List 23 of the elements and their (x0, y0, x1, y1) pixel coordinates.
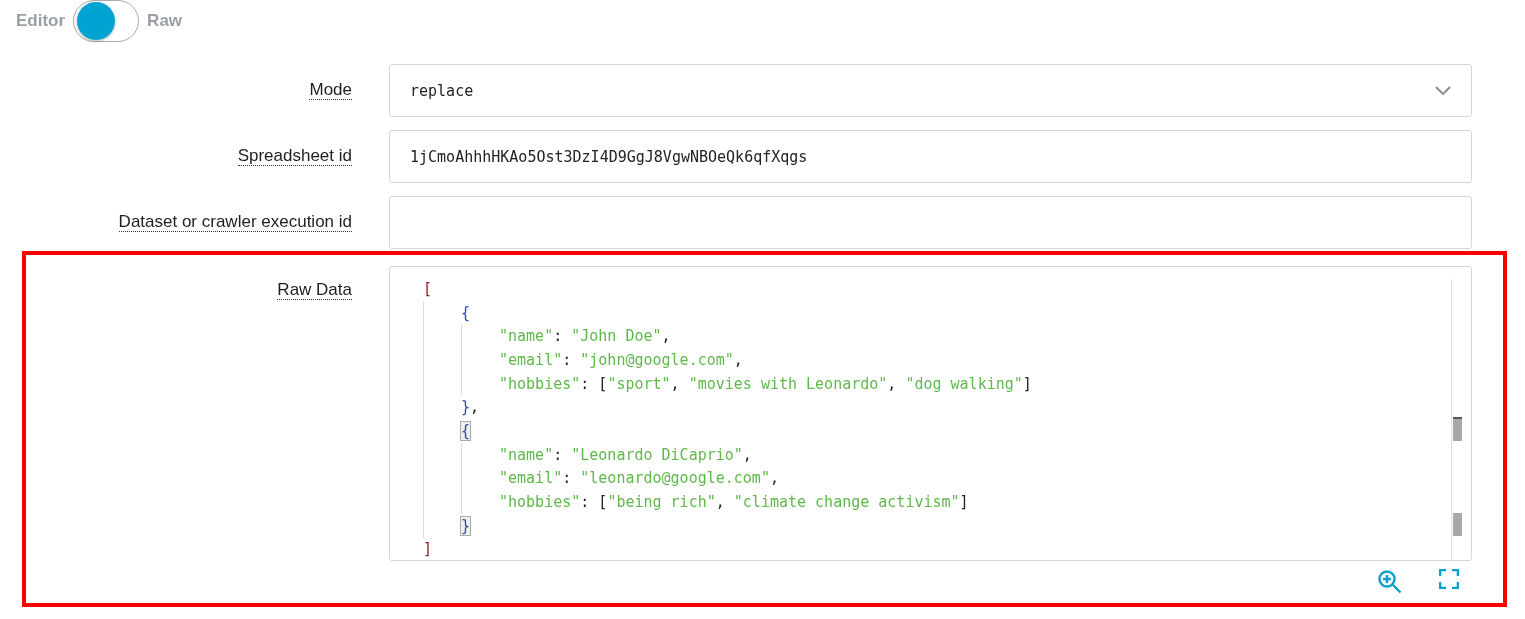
fullscreen-icon[interactable] (1439, 569, 1459, 589)
field-label: Dataset or crawler execution id (118, 212, 352, 232)
editor-label: Editor (16, 11, 66, 31)
zoom-in-icon[interactable] (1377, 569, 1403, 595)
field-label: Spreadsheet id (237, 146, 352, 166)
code-line: "email": "john@google.com", (499, 350, 743, 369)
code-line: [ (423, 279, 433, 298)
code-line: "hobbies": ["being rich", "climate change activism"] (499, 493, 969, 512)
raw-label: Raw (147, 11, 183, 31)
text-field[interactable]: 1jCmoAhhhHKAo5Ost3DzI4D9GgJ8VgwNBOeQk6qfXqgs (389, 130, 1472, 183)
code-line: "name": "John Doe", (499, 327, 671, 346)
code-line: "email": "leonardo@google.com", (499, 469, 779, 488)
code-line: }, (461, 398, 480, 417)
mode-select[interactable]: replace (389, 64, 1472, 117)
code-line: { (461, 303, 471, 322)
field-label: Raw Data (277, 280, 352, 300)
code-line: ] (423, 540, 433, 559)
code-line: "name": "Leonardo DiCaprio", (499, 445, 752, 464)
chevron-down-icon (1435, 85, 1451, 96)
code-line: "hobbies": ["sport", "movies with Leonardo", "dog walking"] (499, 374, 1032, 393)
text-field[interactable] (389, 196, 1472, 249)
code-editor[interactable] (389, 266, 1472, 561)
field-label: Mode (309, 80, 352, 100)
